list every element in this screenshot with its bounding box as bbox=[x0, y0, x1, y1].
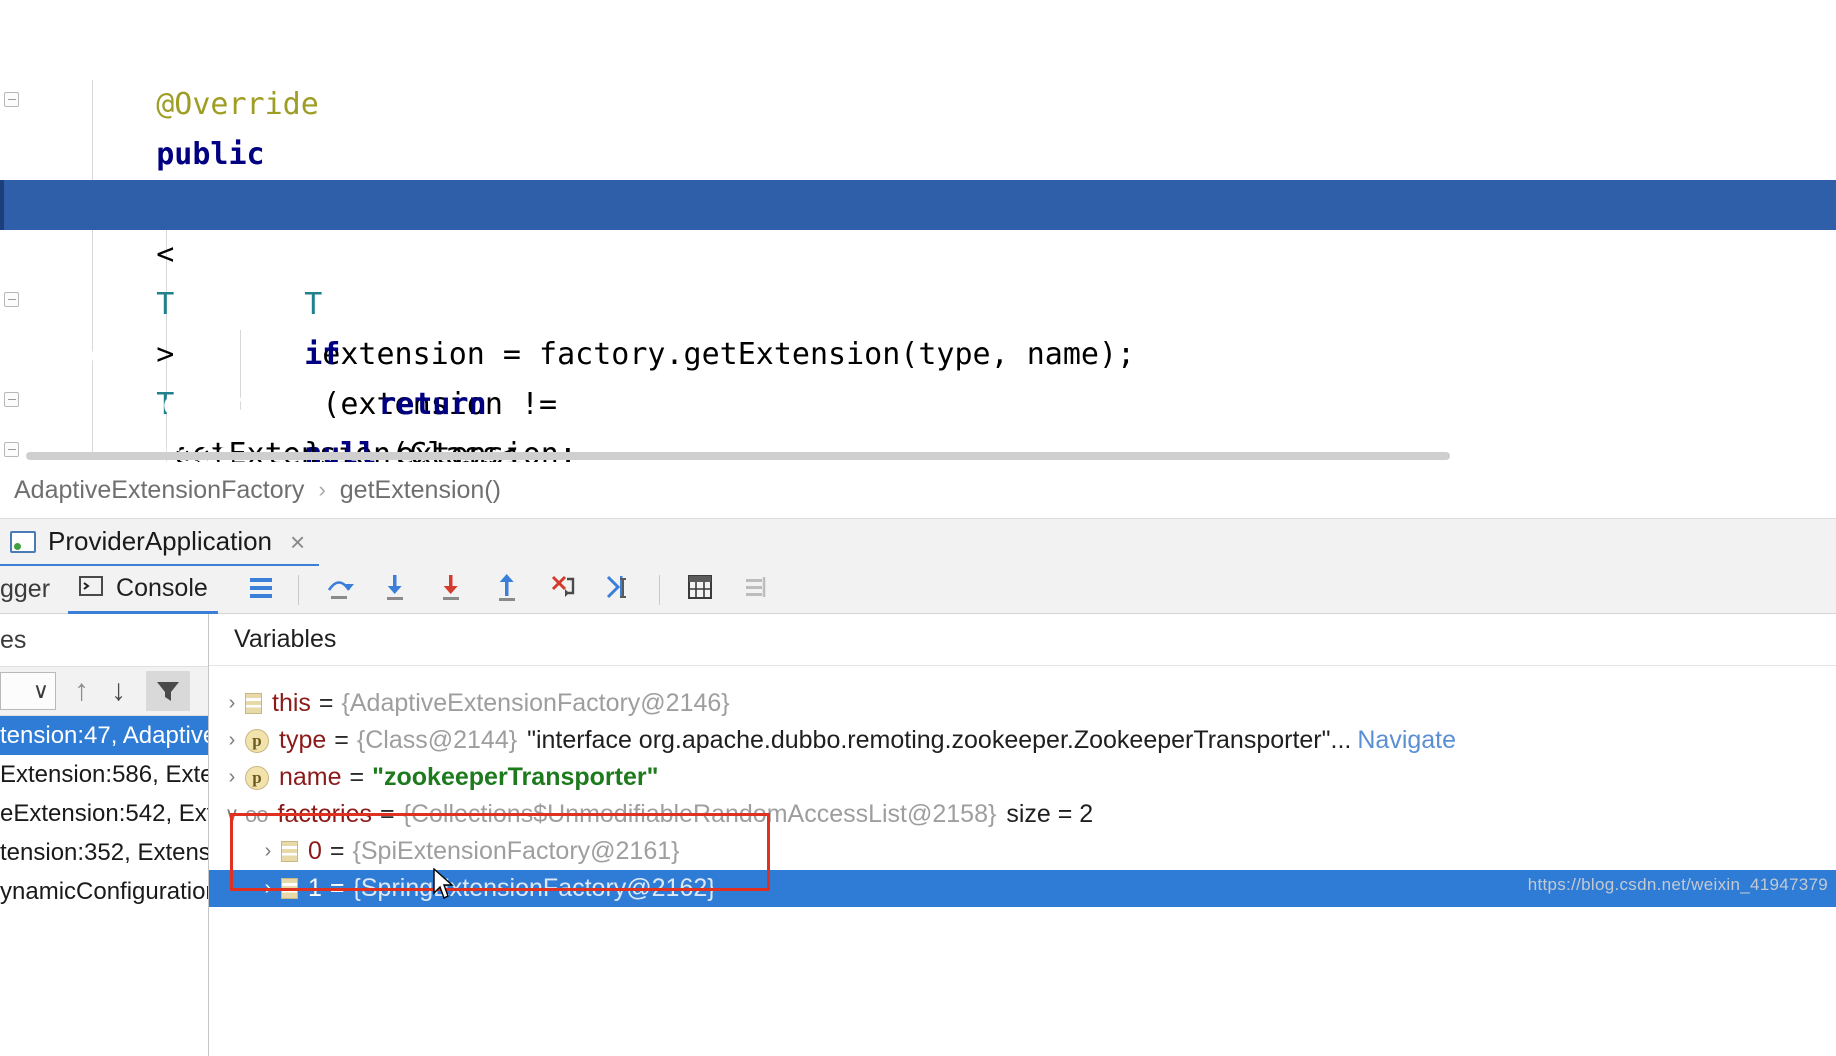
breadcrumb-class[interactable]: AdaptiveExtensionFactory bbox=[14, 476, 304, 505]
debugger-toolbar[interactable]: gger Console bbox=[0, 566, 1836, 614]
chevron-right-icon[interactable]: › bbox=[255, 877, 281, 900]
breadcrumb-method[interactable]: getExtension() bbox=[340, 476, 501, 505]
frame-item[interactable]: ynamicConfiguration bbox=[0, 872, 208, 911]
thread-selector-dropdown[interactable]: ∨ bbox=[0, 672, 56, 710]
navigate-link[interactable]: Navigate bbox=[1357, 726, 1456, 755]
evaluate-expression-icon[interactable] bbox=[684, 571, 716, 608]
variable-row-index-0[interactable]: › 0 = {SpiExtensionFactory@2161} bbox=[209, 833, 1836, 870]
code-line-current[interactable]: for (ExtensionFactory factory : factorie… bbox=[0, 180, 1836, 462]
frames-toolbar[interactable]: ∨ ↑ ↓ bbox=[0, 666, 208, 716]
variable-name: 1 bbox=[308, 874, 322, 902]
frame-item-label: tension:352, Extensi bbox=[0, 838, 208, 866]
equals-sign: = bbox=[318, 689, 334, 717]
force-step-into-icon[interactable] bbox=[435, 571, 467, 608]
variable-row-factories[interactable]: ∨ oo factories = {Collections$Unmodifiab… bbox=[209, 796, 1836, 833]
variables-panel-title: Variables bbox=[209, 614, 1836, 666]
filter-icon[interactable] bbox=[146, 671, 190, 711]
parameter-badge-icon: p bbox=[245, 765, 269, 790]
code-line[interactable]: public < T > T getExtension(Class< T > t… bbox=[0, 80, 1836, 462]
variable-row-name[interactable]: › p name = "zookeeperTransporter" bbox=[209, 759, 1836, 796]
drop-frame-icon[interactable] bbox=[547, 571, 579, 608]
variable-reference: {SpringExtensionFactory@2162} bbox=[352, 874, 716, 902]
editor-horizontal-scrollbar[interactable] bbox=[26, 452, 1450, 460]
chevron-right-icon[interactable]: › bbox=[255, 840, 281, 863]
tab-console-label: Console bbox=[116, 573, 208, 602]
variable-reference: {AdaptiveExtensionFactory@2146} bbox=[341, 689, 730, 717]
step-over-icon[interactable] bbox=[323, 571, 355, 608]
variable-name: 0 bbox=[308, 837, 322, 865]
variable-name: name bbox=[279, 763, 342, 791]
code-line[interactable]: // 遍历SPI与Spring容器，查找相应的扩展类实例 bbox=[0, 130, 1836, 222]
parameter-badge-icon: p bbox=[245, 728, 269, 753]
frame-item-label: ynamicConfiguration bbox=[0, 877, 208, 905]
code-line[interactable]: if (extension != null ) { bbox=[0, 280, 1836, 462]
move-down-icon[interactable]: ↓ bbox=[111, 674, 126, 708]
step-into-icon[interactable] bbox=[379, 571, 411, 608]
frame-item[interactable]: Extension:586, Exter bbox=[0, 755, 208, 794]
code-editor[interactable]: @Override public < T > T getExtension(Cl… bbox=[0, 0, 1836, 462]
chevron-right-icon[interactable]: › bbox=[219, 692, 245, 715]
frame-item[interactable]: tension:352, Extensi bbox=[0, 833, 208, 872]
equals-sign: = bbox=[379, 800, 395, 828]
chevron-down-icon: ∨ bbox=[32, 678, 49, 703]
variable-reference: {SpiExtensionFactory@2161} bbox=[352, 837, 680, 865]
chevron-right-icon[interactable]: › bbox=[219, 729, 245, 752]
variable-row-type[interactable]: › p type = {Class@2144} "interface org.a… bbox=[209, 722, 1836, 759]
run-to-cursor-icon[interactable] bbox=[603, 571, 635, 608]
variable-value: "interface org.apache.dubbo.remoting.zoo… bbox=[527, 726, 1352, 754]
breadcrumb[interactable]: AdaptiveExtensionFactory › getExtension(… bbox=[0, 462, 1836, 518]
chevron-right-icon: › bbox=[318, 477, 326, 502]
run-tab-provider-application[interactable]: ProviderApplication × bbox=[0, 519, 320, 567]
equals-sign: = bbox=[349, 763, 365, 791]
variable-name: type bbox=[279, 726, 327, 754]
run-tool-window-tabbar[interactable]: ProviderApplication × bbox=[0, 518, 1836, 567]
frames-panel[interactable]: es ∨ ↑ ↓ tension:47, Adaptive Extension:… bbox=[0, 614, 209, 1056]
watermark-text: https://blog.csdn.net/weixin_41947379 bbox=[1527, 875, 1828, 894]
variable-reference: {Class@2144} bbox=[356, 726, 518, 754]
code-line[interactable]: T extension = factory.getExtension(type,… bbox=[0, 230, 1836, 372]
variable-value: "zookeeperTransporter" bbox=[372, 763, 659, 791]
code-line[interactable]: return extension; bbox=[0, 330, 1836, 462]
collection-badge-icon: oo bbox=[245, 801, 269, 827]
variable-name: this bbox=[272, 689, 311, 717]
run-tab-label: ProviderApplication bbox=[48, 526, 273, 556]
toolbar-separator bbox=[658, 574, 660, 605]
variables-panel[interactable]: Variables › this = {AdaptiveExtensionFac… bbox=[209, 614, 1836, 1056]
variable-row-this[interactable]: › this = {AdaptiveExtensionFactory@2146} bbox=[209, 685, 1836, 722]
show-execution-point-icon[interactable] bbox=[246, 572, 276, 607]
frames-panel-title: es bbox=[0, 614, 208, 666]
field-badge-icon bbox=[281, 841, 298, 862]
equals-sign: = bbox=[329, 837, 345, 865]
move-up-icon[interactable]: ↑ bbox=[74, 674, 89, 708]
frame-item[interactable]: eExtension:542, Exte bbox=[0, 794, 208, 833]
collection-size: size = 2 bbox=[1006, 800, 1094, 828]
close-icon[interactable]: × bbox=[290, 529, 305, 555]
frame-item-label: Extension:586, Exter bbox=[0, 760, 208, 788]
field-badge-icon bbox=[281, 878, 298, 899]
tab-console[interactable]: Console bbox=[68, 566, 218, 614]
variable-reference: {Collections$UnmodifiableRandomAccessLis… bbox=[402, 800, 997, 828]
chevron-right-icon[interactable]: › bbox=[219, 766, 245, 789]
variable-name: factories bbox=[277, 800, 372, 828]
toolbar-separator bbox=[297, 574, 299, 605]
code-line[interactable]: } bbox=[0, 380, 1836, 462]
execution-point-marker bbox=[0, 180, 4, 230]
frame-item-label: eExtension:542, Exte bbox=[0, 799, 208, 827]
frame-item-label: tension:47, Adaptive bbox=[0, 721, 208, 749]
tab-debugger[interactable]: gger bbox=[0, 575, 50, 604]
equals-sign: = bbox=[329, 874, 345, 902]
step-out-icon[interactable] bbox=[491, 571, 523, 608]
layout-settings-icon[interactable] bbox=[740, 571, 772, 608]
equals-sign: = bbox=[334, 726, 349, 754]
chevron-down-icon[interactable]: ∨ bbox=[219, 802, 245, 827]
code-line[interactable]: @Override bbox=[0, 30, 1836, 122]
console-icon bbox=[78, 573, 104, 604]
run-config-icon bbox=[10, 530, 36, 553]
field-badge-icon bbox=[245, 693, 262, 714]
frame-item[interactable]: tension:47, Adaptive bbox=[0, 716, 208, 755]
